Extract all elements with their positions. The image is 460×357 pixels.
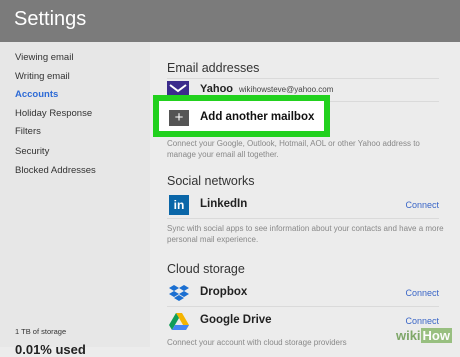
email-section-title: Email addresses	[167, 61, 260, 75]
linkedin-row: in LinkedIn Connect	[167, 192, 439, 219]
watermark-how: How	[420, 328, 452, 343]
google-drive-connect-link[interactable]: Connect	[405, 316, 439, 326]
wikihow-watermark: wiki How	[396, 328, 452, 343]
plus-icon: +	[169, 110, 189, 126]
storage-usage: 0.01% used	[15, 342, 86, 357]
google-drive-name: Google Drive	[200, 314, 272, 326]
watermark-wiki: wiki	[395, 328, 421, 343]
accounts-panel: Email addresses Yahoo wikihowsteve@yahoo…	[150, 42, 460, 347]
sidebar-item-filters[interactable]: Filters	[15, 126, 41, 137]
cloud-section-title: Cloud storage	[167, 262, 245, 276]
dropbox-connect-link[interactable]: Connect	[405, 288, 439, 298]
sidebar-item-writing-email[interactable]: Writing email	[15, 71, 70, 82]
email-section-description: Connect your Google, Outlook, Hotmail, A…	[167, 139, 420, 159]
settings-header: Settings	[0, 0, 460, 42]
dropbox-icon	[169, 283, 189, 303]
sidebar-item-viewing-email[interactable]: Viewing email	[15, 52, 73, 63]
sidebar-item-blocked-addresses[interactable]: Blocked Addresses	[15, 165, 96, 176]
account-email: wikihowsteve@yahoo.com	[239, 85, 334, 94]
social-section-description: Sync with social apps to see information…	[167, 224, 444, 244]
linkedin-icon: in	[169, 195, 189, 215]
dropbox-row: Dropbox Connect	[167, 280, 439, 307]
add-mailbox-button[interactable]: + Add another mailbox	[153, 95, 330, 137]
linkedin-connect-link[interactable]: Connect	[405, 200, 439, 210]
add-mailbox-label: Add another mailbox	[200, 111, 315, 123]
page-title: Settings	[14, 8, 87, 30]
sidebar-item-security[interactable]: Security	[15, 146, 49, 157]
dropbox-name: Dropbox	[200, 286, 248, 298]
linkedin-name: LinkedIn	[200, 198, 248, 210]
sidebar-item-accounts[interactable]: Accounts	[15, 89, 58, 100]
storage-label: 1 TB of storage	[15, 327, 67, 336]
social-section-title: Social networks	[167, 174, 255, 188]
settings-sidebar: Viewing email Writing email Accounts Hol…	[0, 42, 150, 357]
sidebar-item-holiday-response[interactable]: Holiday Response	[15, 108, 92, 119]
account-name: Yahoo	[200, 83, 234, 95]
google-drive-icon	[169, 311, 189, 331]
